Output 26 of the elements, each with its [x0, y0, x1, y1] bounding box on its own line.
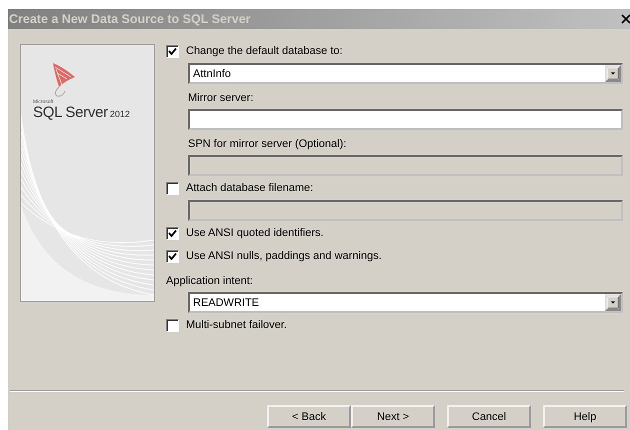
- cancel-button[interactable]: Cancel: [447, 405, 531, 428]
- dropdown[interactable]: AttnInfo: [188, 63, 623, 84]
- back-button[interactable]: < Back: [267, 405, 351, 428]
- checkbox-label: Change the default database to:: [186, 45, 343, 57]
- checkbox[interactable]: [166, 44, 179, 58]
- dropdown-arrow-icon[interactable]: [605, 294, 621, 311]
- field-label: Mirror server:: [188, 91, 254, 106]
- dropdown-arrow-icon[interactable]: [605, 65, 621, 82]
- help-button[interactable]: Help: [543, 405, 627, 428]
- checkbox-label: Attach database filename:: [186, 182, 314, 194]
- field-label: SPN for mirror server (Optional):: [188, 137, 346, 152]
- close-icon[interactable]: [621, 14, 630, 24]
- logo-version: 2012: [110, 109, 130, 119]
- checkbox[interactable]: [166, 318, 179, 332]
- checkbox[interactable]: [166, 226, 179, 240]
- checkbox-label: Use ANSI nulls, paddings and warnings.: [186, 250, 382, 262]
- next-button[interactable]: Next >: [351, 405, 435, 428]
- input-field[interactable]: [188, 109, 623, 130]
- checkbox-label: Multi-subnet failover.: [186, 319, 287, 331]
- checkbox-label: Use ANSI quoted identifiers.: [186, 227, 324, 239]
- logo-product: SQL Server: [33, 104, 108, 121]
- checkbox[interactable]: [166, 250, 179, 262]
- dropdown[interactable]: READWRITE: [188, 292, 623, 313]
- checkbox[interactable]: [166, 182, 179, 194]
- field-label: Application intent:: [166, 274, 253, 289]
- window-title: Create a New Data Source to SQL Server: [9, 12, 251, 26]
